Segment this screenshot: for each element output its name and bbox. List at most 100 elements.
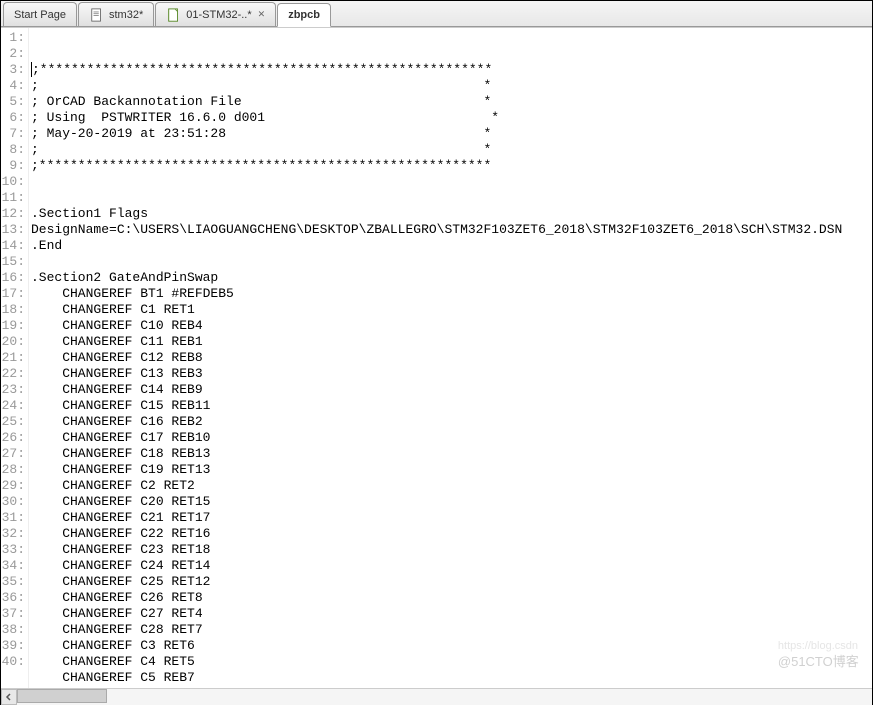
line-number: 12 bbox=[1, 206, 25, 222]
line-number: 6 bbox=[1, 110, 25, 126]
line-number: 29 bbox=[1, 478, 25, 494]
line-number: 34 bbox=[1, 558, 25, 574]
line-number: 24 bbox=[1, 398, 25, 414]
code-line: CHANGEREF C1 RET1 bbox=[31, 302, 872, 318]
code-line: ; * bbox=[31, 78, 872, 94]
code-line bbox=[31, 190, 872, 206]
code-line: CHANGEREF C14 REB9 bbox=[31, 382, 872, 398]
scroll-track[interactable] bbox=[17, 689, 872, 705]
line-number: 35 bbox=[1, 574, 25, 590]
line-number: 25 bbox=[1, 414, 25, 430]
line-number: 14 bbox=[1, 238, 25, 254]
line-number: 28 bbox=[1, 462, 25, 478]
tab-stm32[interactable]: stm32* bbox=[78, 2, 154, 26]
line-number-gutter: 1234567891011121314151617181920212223242… bbox=[1, 28, 29, 688]
tab-start-page[interactable]: Start Page bbox=[3, 2, 77, 26]
line-number: 36 bbox=[1, 590, 25, 606]
code-line: ; * bbox=[31, 142, 872, 158]
line-number: 23 bbox=[1, 382, 25, 398]
line-number: 13 bbox=[1, 222, 25, 238]
code-line: CHANGEREF C22 RET16 bbox=[31, 526, 872, 542]
code-line: CHANGEREF C20 RET15 bbox=[31, 494, 872, 510]
code-line bbox=[31, 174, 872, 190]
page-icon bbox=[166, 7, 182, 23]
line-number: 17 bbox=[1, 286, 25, 302]
line-number: 27 bbox=[1, 446, 25, 462]
close-icon[interactable]: ✕ bbox=[258, 9, 266, 20]
code-line: CHANGEREF C26 RET8 bbox=[31, 590, 872, 606]
tab-label: 01-STM32-..* bbox=[186, 9, 251, 21]
code-line bbox=[31, 254, 872, 270]
code-line: CHANGEREF C10 REB4 bbox=[31, 318, 872, 334]
code-line: CHANGEREF BT1 #REFDEB5 bbox=[31, 286, 872, 302]
line-number: 32 bbox=[1, 526, 25, 542]
code-line: CHANGEREF C13 REB3 bbox=[31, 366, 872, 382]
tab-label: zbpcb bbox=[288, 9, 320, 21]
line-number: 18 bbox=[1, 302, 25, 318]
line-number: 22 bbox=[1, 366, 25, 382]
code-line: ;***************************************… bbox=[31, 62, 872, 78]
code-line: CHANGEREF C17 REB10 bbox=[31, 430, 872, 446]
line-number: 4 bbox=[1, 78, 25, 94]
line-number: 10 bbox=[1, 174, 25, 190]
line-number: 38 bbox=[1, 622, 25, 638]
editor-area: 1234567891011121314151617181920212223242… bbox=[1, 27, 872, 688]
line-number: 30 bbox=[1, 494, 25, 510]
horizontal-scrollbar[interactable] bbox=[1, 688, 872, 704]
line-number: 33 bbox=[1, 542, 25, 558]
code-line: CHANGEREF C5 REB7 bbox=[31, 670, 872, 686]
line-number: 39 bbox=[1, 638, 25, 654]
code-line: CHANGEREF C23 RET18 bbox=[31, 542, 872, 558]
code-line: CHANGEREF C11 REB1 bbox=[31, 334, 872, 350]
line-number: 2 bbox=[1, 46, 25, 62]
code-line: .End bbox=[31, 238, 872, 254]
code-line: CHANGEREF C21 RET17 bbox=[31, 510, 872, 526]
line-number: 8 bbox=[1, 142, 25, 158]
code-line: ; OrCAD Backannotation File * bbox=[31, 94, 872, 110]
code-line: DesignName=C:\USERS\LIAOGUANGCHENG\DESKT… bbox=[31, 222, 872, 238]
line-number: 7 bbox=[1, 126, 25, 142]
line-number: 1 bbox=[1, 30, 25, 46]
code-line: CHANGEREF C16 REB2 bbox=[31, 414, 872, 430]
line-number: 15 bbox=[1, 254, 25, 270]
line-number: 5 bbox=[1, 94, 25, 110]
code-line: ;***************************************… bbox=[31, 158, 872, 174]
code-line: .Section1 Flags bbox=[31, 206, 872, 222]
code-line: CHANGEREF C27 RET4 bbox=[31, 606, 872, 622]
document-icon bbox=[89, 7, 105, 23]
line-number: 9 bbox=[1, 158, 25, 174]
line-number: 40 bbox=[1, 654, 25, 670]
code-line: CHANGEREF C28 RET7 bbox=[31, 622, 872, 638]
tab-bar: Start Page stm32* 01-STM32-..* ✕ zbpcb bbox=[1, 1, 872, 27]
code-line: ; Using PSTWRITER 16.6.0 d001 * bbox=[31, 110, 872, 126]
code-line: CHANGEREF C19 RET13 bbox=[31, 462, 872, 478]
editor-window: Start Page stm32* 01-STM32-..* ✕ zbpcb 1… bbox=[0, 0, 873, 705]
line-number: 11 bbox=[1, 190, 25, 206]
line-number: 37 bbox=[1, 606, 25, 622]
tab-zbpcb[interactable]: zbpcb bbox=[277, 3, 331, 27]
line-number: 31 bbox=[1, 510, 25, 526]
scroll-left-button[interactable] bbox=[1, 689, 17, 705]
line-number: 26 bbox=[1, 430, 25, 446]
code-line: CHANGEREF C15 REB11 bbox=[31, 398, 872, 414]
tab-label: Start Page bbox=[14, 9, 66, 21]
code-content[interactable]: ;***************************************… bbox=[29, 28, 872, 688]
code-line: CHANGEREF C24 RET14 bbox=[31, 558, 872, 574]
line-number: 16 bbox=[1, 270, 25, 286]
code-line: .Section2 GateAndPinSwap bbox=[31, 270, 872, 286]
code-line: CHANGEREF C3 RET6 bbox=[31, 638, 872, 654]
code-line: CHANGEREF C2 RET2 bbox=[31, 478, 872, 494]
line-number: 21 bbox=[1, 350, 25, 366]
tab-label: stm32* bbox=[109, 9, 143, 21]
code-line: ; May-20-2019 at 23:51:28 * bbox=[31, 126, 872, 142]
tab-01-stm32[interactable]: 01-STM32-..* ✕ bbox=[155, 2, 276, 26]
line-number: 20 bbox=[1, 334, 25, 350]
text-cursor bbox=[31, 62, 32, 77]
code-line: CHANGEREF C18 REB13 bbox=[31, 446, 872, 462]
code-line: CHANGEREF C12 REB8 bbox=[31, 350, 872, 366]
line-number: 19 bbox=[1, 318, 25, 334]
line-number: 3 bbox=[1, 62, 25, 78]
scroll-thumb[interactable] bbox=[17, 689, 107, 703]
code-line: CHANGEREF C4 RET5 bbox=[31, 654, 872, 670]
code-line: CHANGEREF C25 RET12 bbox=[31, 574, 872, 590]
